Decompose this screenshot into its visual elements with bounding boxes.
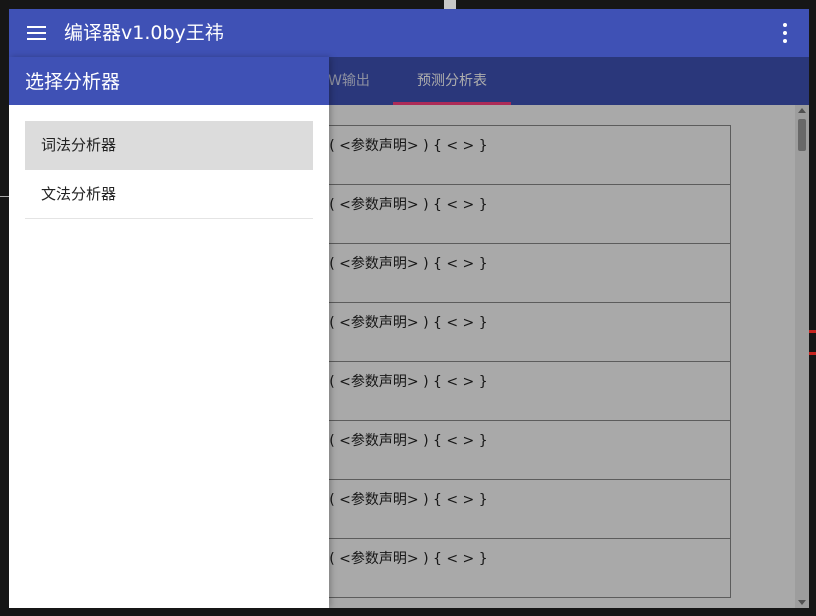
navigation-drawer: 选择分析器 词法分析器 文法分析器	[9, 57, 329, 608]
app-window: 编译器v1.0by王祎 W输出 预测分析表 定义>-><修饰词闭包> <类型> …	[9, 9, 809, 608]
drawer-item-lexical-analyzer[interactable]: 词法分析器	[25, 121, 313, 170]
more-vert-icon[interactable]	[781, 23, 789, 43]
drawer-header: 选择分析器	[9, 57, 329, 105]
drawer-item-grammar-analyzer[interactable]: 文法分析器	[25, 170, 313, 219]
app-bar: 编译器v1.0by王祎	[9, 9, 809, 57]
desktop-window-edge	[444, 0, 456, 9]
hamburger-menu-icon[interactable]	[27, 26, 46, 40]
app-title: 编译器v1.0by王祎	[64, 22, 224, 44]
drawer-list: 词法分析器 文法分析器	[25, 121, 313, 219]
drawer-title: 选择分析器	[25, 71, 121, 93]
